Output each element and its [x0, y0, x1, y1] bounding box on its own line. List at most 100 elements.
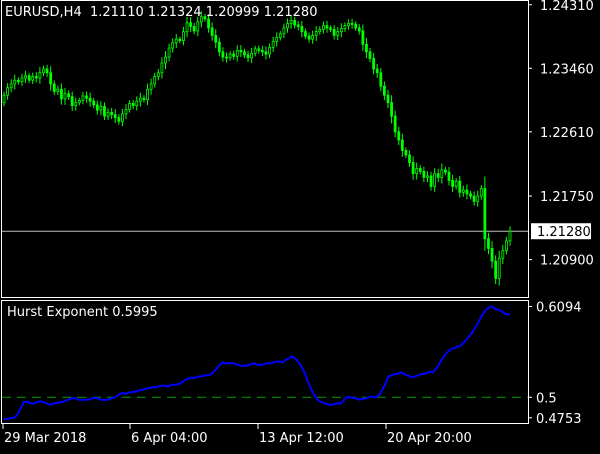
candle [501, 244, 505, 264]
candle [479, 185, 483, 200]
candle [192, 22, 196, 35]
candle [99, 101, 103, 116]
candle [444, 166, 447, 176]
candle [314, 26, 318, 41]
candle [336, 26, 340, 41]
open-value: 1.21110 [89, 5, 144, 20]
candle [321, 21, 325, 34]
candle [393, 110, 397, 138]
price-tick-label: 1.24310 [540, 0, 594, 14]
candle [354, 21, 358, 31]
candle [77, 97, 81, 106]
candle [182, 26, 185, 46]
candle [339, 23, 343, 38]
candle [454, 177, 458, 190]
candle [246, 50, 250, 62]
candle [300, 20, 304, 38]
indicator-tick-label: 0.5 [536, 391, 557, 406]
candle [128, 100, 132, 113]
candle [429, 171, 433, 191]
candle [382, 81, 386, 100]
time-tick-label: 29 Mar 2018 [4, 431, 86, 446]
candle [361, 24, 365, 51]
candle [472, 191, 476, 206]
low-value: 1.20999 [205, 5, 260, 20]
indicator-value: 0.5995 [112, 305, 158, 320]
candle [6, 83, 9, 100]
candle [250, 48, 254, 64]
candle [264, 46, 268, 60]
candle [27, 72, 31, 84]
candle [45, 64, 49, 78]
candle [483, 176, 487, 251]
candle [440, 163, 444, 184]
candle [217, 37, 221, 57]
candle [81, 91, 85, 105]
candle [365, 38, 368, 59]
close-value: 1.21280 [263, 5, 318, 20]
candle [271, 36, 275, 53]
candle [34, 72, 38, 83]
candle [149, 78, 153, 95]
candle [343, 22, 347, 32]
candle [56, 85, 60, 95]
price-tick-label: 1.21750 [540, 190, 594, 205]
candle [60, 83, 63, 105]
candle [307, 32, 311, 43]
candle [296, 21, 300, 31]
chart-canvas[interactable]: 1.24310 1.23460 1.22610 1.21750 1.20900 1.21… [0, 0, 600, 450]
candle [9, 79, 13, 93]
indicator-name: Hurst Exponent [7, 305, 109, 320]
candle [225, 52, 228, 63]
candle [278, 30, 282, 41]
candle [153, 72, 157, 88]
candle [63, 87, 67, 105]
candle [38, 66, 42, 84]
candle [16, 77, 20, 85]
candle [253, 45, 257, 57]
indicator-tick-label: 0.4753 [536, 412, 582, 427]
candle [508, 226, 512, 246]
candle [110, 107, 114, 120]
price-panel-frame [1, 0, 529, 298]
candle [135, 96, 139, 111]
candle [397, 126, 401, 146]
candle [505, 236, 508, 255]
candle [422, 166, 426, 183]
candle [214, 29, 218, 49]
candle [24, 70, 27, 83]
candle [174, 33, 178, 49]
candle [228, 51, 232, 61]
candle [185, 17, 189, 38]
candle [67, 90, 70, 100]
candle [131, 99, 135, 110]
candle [235, 45, 239, 62]
candle [221, 47, 225, 62]
candle [92, 97, 96, 109]
indicator-panel-header: Hurst Exponent 0.5995 [7, 305, 158, 320]
price-tick-label: 1.20900 [540, 254, 594, 269]
time-axis-ticks: 29 Mar 2018 6 Apr 04:00 13 Apr 12:00 20 Apr… [2, 424, 472, 446]
chart-terminal[interactable]: 1.24310 1.23460 1.22610 1.21750 1.20900 1.21… [0, 0, 600, 450]
candle [106, 108, 110, 120]
candle [375, 63, 379, 78]
candle [164, 51, 167, 70]
candle [113, 109, 117, 124]
candle [332, 25, 336, 40]
price-tick-label: 1.22610 [540, 126, 594, 141]
hurst-exponent-line [4, 305, 511, 420]
candle [124, 104, 128, 120]
candle [433, 168, 437, 192]
time-tick-label: 6 Apr 04:00 [131, 431, 208, 446]
candle [232, 50, 236, 60]
indicator-axis-ticks: 0.6094 0.5 0.4753 [528, 300, 582, 427]
candle [494, 255, 498, 285]
candle [426, 171, 429, 183]
symbol-label: EURUSD,H4 [5, 5, 82, 20]
candle [160, 57, 164, 79]
candle [347, 19, 350, 30]
candle [95, 100, 99, 115]
candle [350, 18, 354, 29]
candle [74, 97, 78, 111]
candle [379, 68, 383, 91]
